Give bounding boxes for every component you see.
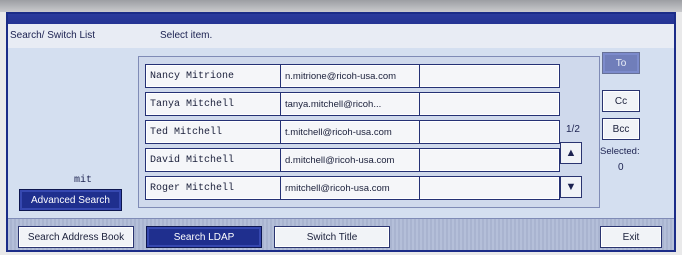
- cc-button[interactable]: Cc: [602, 90, 640, 112]
- switch-title-button[interactable]: Switch Title: [274, 226, 390, 248]
- page-down-button[interactable]: ▼: [560, 176, 582, 198]
- advanced-search-button[interactable]: Advanced Search: [19, 189, 122, 211]
- list-item[interactable]: David Mitchell d.mitchell@ricoh-usa.com: [145, 148, 560, 172]
- list-item[interactable]: Nancy Mitrione n.mitrione@ricoh-usa.com: [145, 64, 560, 88]
- result-name: Roger Mitchell: [146, 177, 281, 199]
- result-name: Tanya Mitchell: [146, 93, 281, 115]
- screen-title: Search/ Switch List: [10, 30, 96, 41]
- screen-content: Search/ Switch List Select item. mit Adv…: [6, 12, 676, 252]
- search-term: mit: [74, 175, 93, 186]
- result-name: Nancy Mitrione: [146, 65, 281, 87]
- result-extra-field: [420, 65, 559, 87]
- result-email: rmitchell@ricoh-usa.com: [281, 177, 420, 199]
- list-item[interactable]: Ted Mitchell t.mitchell@ricoh-usa.com: [145, 120, 560, 144]
- page-up-button[interactable]: ▲: [560, 142, 582, 164]
- exit-button[interactable]: Exit: [600, 226, 662, 248]
- result-email: t.mitchell@ricoh-usa.com: [281, 121, 420, 143]
- result-name: David Mitchell: [146, 149, 281, 171]
- result-email: n.mitrione@ricoh-usa.com: [281, 65, 420, 87]
- list-item[interactable]: Tanya Mitchell tanya.mitchell@ricoh...: [145, 92, 560, 116]
- results-list: Nancy Mitrione n.mitrione@ricoh-usa.com …: [138, 56, 600, 208]
- to-button[interactable]: To: [602, 52, 640, 74]
- result-extra-field: [420, 149, 559, 171]
- selected-label: Selected:: [600, 146, 640, 157]
- result-extra-field: [420, 177, 559, 199]
- result-extra-field: [420, 93, 559, 115]
- result-email: tanya.mitchell@ricoh...: [281, 93, 420, 115]
- device-bezel: [0, 0, 682, 12]
- triangle-up-icon: ▲: [565, 147, 577, 159]
- bcc-button[interactable]: Bcc: [602, 118, 640, 140]
- selected-count: 0: [618, 162, 624, 173]
- list-item[interactable]: Roger Mitchell rmitchell@ricoh-usa.com: [145, 176, 560, 200]
- search-ldap-button[interactable]: Search LDAP: [146, 226, 262, 248]
- triangle-down-icon: ▼: [565, 181, 577, 193]
- result-name: Ted Mitchell: [146, 121, 281, 143]
- result-email: d.mitchell@ricoh-usa.com: [281, 149, 420, 171]
- search-address-book-button[interactable]: Search Address Book: [18, 226, 134, 248]
- instruction-text: Select item.: [160, 30, 213, 41]
- result-extra-field: [420, 121, 559, 143]
- page-indicator: 1/2: [566, 124, 580, 135]
